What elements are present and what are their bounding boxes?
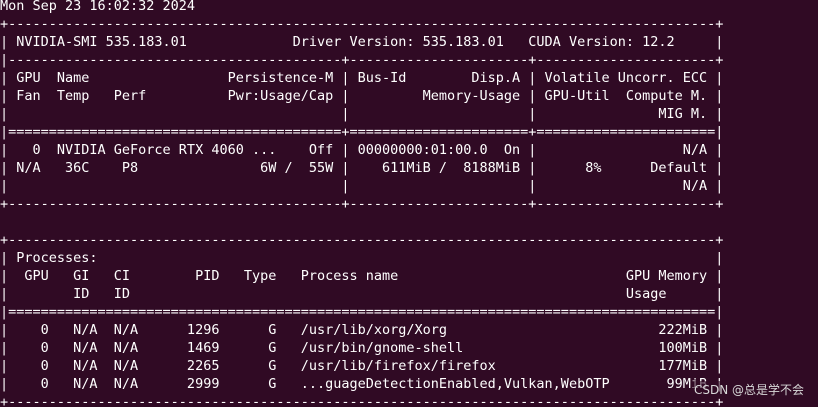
process-header-row-2: | ID ID Usage | <box>0 286 724 302</box>
process-row: | 0 N/A N/A 2999 G ...guageDetectionEnab… <box>0 376 724 392</box>
table-divider: |---------------------------------------… <box>0 52 724 68</box>
gpu-header-row-3: | | | MIG M. | <box>0 106 724 122</box>
process-table-border-bottom: +---------------------------------------… <box>0 394 724 407</box>
process-table-border-top: +---------------------------------------… <box>0 232 724 248</box>
version-line: | NVIDIA-SMI 535.183.01 Driver Version: … <box>0 34 724 50</box>
gpu-header-row-1: | GPU Name Persistence-M | Bus-Id Disp.A… <box>0 70 724 86</box>
process-row: | 0 N/A N/A 1469 G /usr/bin/gnome-shell … <box>0 340 724 356</box>
processes-title: | Processes: | <box>0 250 724 266</box>
terminal-output: Mon Sep 23 16:02:32 2024 +--------------… <box>0 0 723 407</box>
terminal-window[interactable]: Mon Sep 23 16:02:32 2024 +--------------… <box>0 0 818 407</box>
process-row: | 0 N/A N/A 1296 G /usr/lib/xorg/Xorg 22… <box>0 322 724 338</box>
timestamp-line: Mon Sep 23 16:02:32 2024 <box>0 0 196 14</box>
csdn-watermark: CSDN @总是学不会 <box>691 381 806 399</box>
gpu-row-3: | | | N/A | <box>0 178 724 194</box>
gpu-row-2: | N/A 36C P8 6W / 55W | 611MiB / 8188MiB… <box>0 160 724 176</box>
process-header-row-1: | GPU GI CI PID Type Process name GPU Me… <box>0 268 724 284</box>
process-header-separator: |=======================================… <box>0 304 724 320</box>
gpu-header-row-2: | Fan Temp Perf Pwr:Usage/Cap | Memory-U… <box>0 88 724 104</box>
process-row: | 0 N/A N/A 2265 G /usr/lib/firefox/fire… <box>0 358 724 374</box>
gpu-table-border-bottom: +---------------------------------------… <box>0 196 724 212</box>
table-border-top: +---------------------------------------… <box>0 16 724 32</box>
gpu-row-1: | 0 NVIDIA GeForce RTX 4060 ... Off | 00… <box>0 142 724 158</box>
gpu-header-separator: |=======================================… <box>0 124 724 140</box>
